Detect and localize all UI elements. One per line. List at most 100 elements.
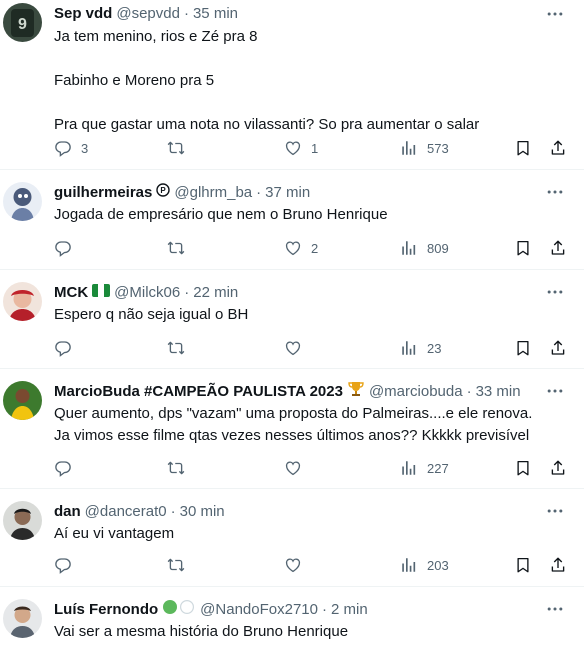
bookmark-button[interactable] bbox=[514, 137, 532, 159]
more-options-icon[interactable] bbox=[544, 599, 566, 619]
action-bar: 227 bbox=[54, 457, 574, 479]
like-button[interactable] bbox=[284, 337, 302, 359]
bookmark-button[interactable] bbox=[514, 554, 532, 576]
reply-icon bbox=[54, 339, 72, 357]
action-bar: 3 1 573 bbox=[54, 137, 574, 159]
heart-icon bbox=[284, 239, 302, 257]
action-bar: 2 809 bbox=[54, 237, 574, 259]
bookmark-button[interactable] bbox=[514, 457, 532, 479]
separator-dot: · bbox=[170, 502, 176, 520]
tweet-card[interactable]: Luís Fernondo @NandoFox2710 · 2 min Vai … bbox=[0, 587, 584, 649]
more-options-icon[interactable] bbox=[544, 501, 566, 521]
more-options-icon[interactable] bbox=[544, 282, 566, 302]
share-button[interactable] bbox=[549, 457, 567, 479]
retweet-button[interactable] bbox=[167, 337, 185, 359]
reply-button[interactable] bbox=[54, 554, 72, 576]
circle-badge-icon: P bbox=[156, 183, 171, 201]
author-name[interactable]: guilhermeiras bbox=[54, 184, 152, 201]
views-icon bbox=[400, 556, 418, 574]
view-count: 227 bbox=[427, 460, 449, 476]
tweet-card[interactable]: 9 Sep vdd @sepvdd · 35 min Ja tem menino… bbox=[0, 0, 584, 170]
tweet-card[interactable]: MCK @Milck06 · 22 min Espero q não seja … bbox=[0, 270, 584, 369]
author-name[interactable]: Luís Fernondo bbox=[54, 601, 158, 618]
timestamp[interactable]: 2 min bbox=[331, 601, 368, 618]
more-options-icon[interactable] bbox=[544, 182, 566, 202]
separator-dot: · bbox=[466, 382, 472, 400]
like-button[interactable] bbox=[284, 457, 302, 479]
views-button[interactable]: 573 bbox=[400, 137, 449, 159]
timestamp[interactable]: 33 min bbox=[476, 383, 521, 400]
avatar[interactable] bbox=[3, 182, 42, 221]
retweet-icon bbox=[167, 239, 185, 257]
reply-button[interactable] bbox=[54, 237, 72, 259]
avatar[interactable]: 9 bbox=[3, 3, 42, 42]
share-button[interactable] bbox=[549, 337, 567, 359]
retweet-icon bbox=[167, 459, 185, 477]
author-handle[interactable]: @marciobuda bbox=[369, 383, 463, 400]
bookmark-icon bbox=[514, 459, 532, 477]
retweet-button[interactable] bbox=[167, 554, 185, 576]
reply-icon bbox=[54, 239, 72, 257]
view-count: 203 bbox=[427, 557, 449, 573]
heart-icon bbox=[284, 556, 302, 574]
author-handle[interactable]: @Milck06 bbox=[114, 284, 180, 301]
retweet-icon bbox=[167, 339, 185, 357]
author-handle[interactable]: @sepvdd bbox=[116, 5, 180, 22]
more-options-icon[interactable] bbox=[544, 381, 566, 401]
bookmark-button[interactable] bbox=[514, 237, 532, 259]
retweet-button[interactable] bbox=[167, 137, 185, 159]
views-button[interactable]: 23 bbox=[400, 337, 441, 359]
bookmark-button[interactable] bbox=[514, 337, 532, 359]
views-button[interactable]: 809 bbox=[400, 237, 449, 259]
author-name[interactable]: Sep vdd bbox=[54, 5, 112, 22]
reply-button[interactable] bbox=[54, 337, 72, 359]
author-handle[interactable]: @dancerat0 bbox=[85, 503, 167, 520]
separator-dot: · bbox=[256, 183, 262, 201]
share-button[interactable] bbox=[549, 237, 567, 259]
like-count: 1 bbox=[311, 140, 319, 156]
author-name[interactable]: MCK bbox=[54, 284, 88, 301]
avatar[interactable] bbox=[3, 381, 42, 420]
retweet-button[interactable] bbox=[167, 457, 185, 479]
tweet-text: Vai ser a mesma história do Bruno Henriq… bbox=[54, 623, 349, 640]
tweet-card[interactable]: dan @dancerat0 · 30 min Aí eu vi vantage… bbox=[0, 489, 584, 587]
timestamp[interactable]: 30 min bbox=[180, 503, 225, 520]
tweet-card[interactable]: MarcioBuda #CAMPEÃO PAULISTA 2023 @marci… bbox=[0, 369, 584, 489]
like-button[interactable]: 2 bbox=[284, 237, 318, 259]
avatar[interactable] bbox=[3, 501, 42, 540]
timestamp[interactable]: 37 min bbox=[265, 184, 310, 201]
share-icon bbox=[549, 556, 567, 574]
author-handle[interactable]: @glhrm_ba bbox=[174, 184, 252, 201]
separator-dot: · bbox=[184, 283, 190, 301]
like-count: 2 bbox=[311, 240, 319, 256]
reply-icon bbox=[54, 139, 72, 157]
views-button[interactable]: 227 bbox=[400, 457, 449, 479]
trophy-icon bbox=[347, 381, 365, 401]
reply-button[interactable] bbox=[54, 457, 72, 479]
more-options-icon[interactable] bbox=[544, 4, 566, 24]
views-icon bbox=[400, 239, 418, 257]
reply-button[interactable]: 3 bbox=[54, 137, 88, 159]
views-icon bbox=[400, 459, 418, 477]
like-button[interactable]: 1 bbox=[284, 137, 318, 159]
timestamp[interactable]: 22 min bbox=[193, 284, 238, 301]
timestamp[interactable]: 35 min bbox=[193, 5, 238, 22]
tweet-card[interactable]: guilhermeiras P @glhrm_ba · 37 min Jogad… bbox=[0, 170, 584, 270]
retweet-button[interactable] bbox=[167, 237, 185, 259]
separator-dot: · bbox=[183, 4, 189, 22]
bookmark-icon bbox=[514, 556, 532, 574]
views-button[interactable]: 203 bbox=[400, 554, 449, 576]
avatar[interactable] bbox=[3, 282, 42, 321]
view-count: 23 bbox=[427, 340, 442, 356]
like-button[interactable] bbox=[284, 554, 302, 576]
author-name[interactable]: MarcioBuda #CAMPEÃO PAULISTA 2023 bbox=[54, 383, 343, 400]
share-button[interactable] bbox=[549, 554, 567, 576]
views-icon bbox=[400, 139, 418, 157]
bookmark-icon bbox=[514, 239, 532, 257]
tweet-text: Jogada de empresário que nem o Bruno Hen… bbox=[54, 206, 388, 223]
share-button[interactable] bbox=[549, 137, 567, 159]
author-handle[interactable]: @NandoFox2710 bbox=[200, 601, 318, 618]
tweet-text: Ja tem menino, rios e Zé pra 8 Fabinho e… bbox=[54, 28, 480, 133]
author-name[interactable]: dan bbox=[54, 503, 81, 520]
avatar[interactable] bbox=[3, 599, 42, 638]
